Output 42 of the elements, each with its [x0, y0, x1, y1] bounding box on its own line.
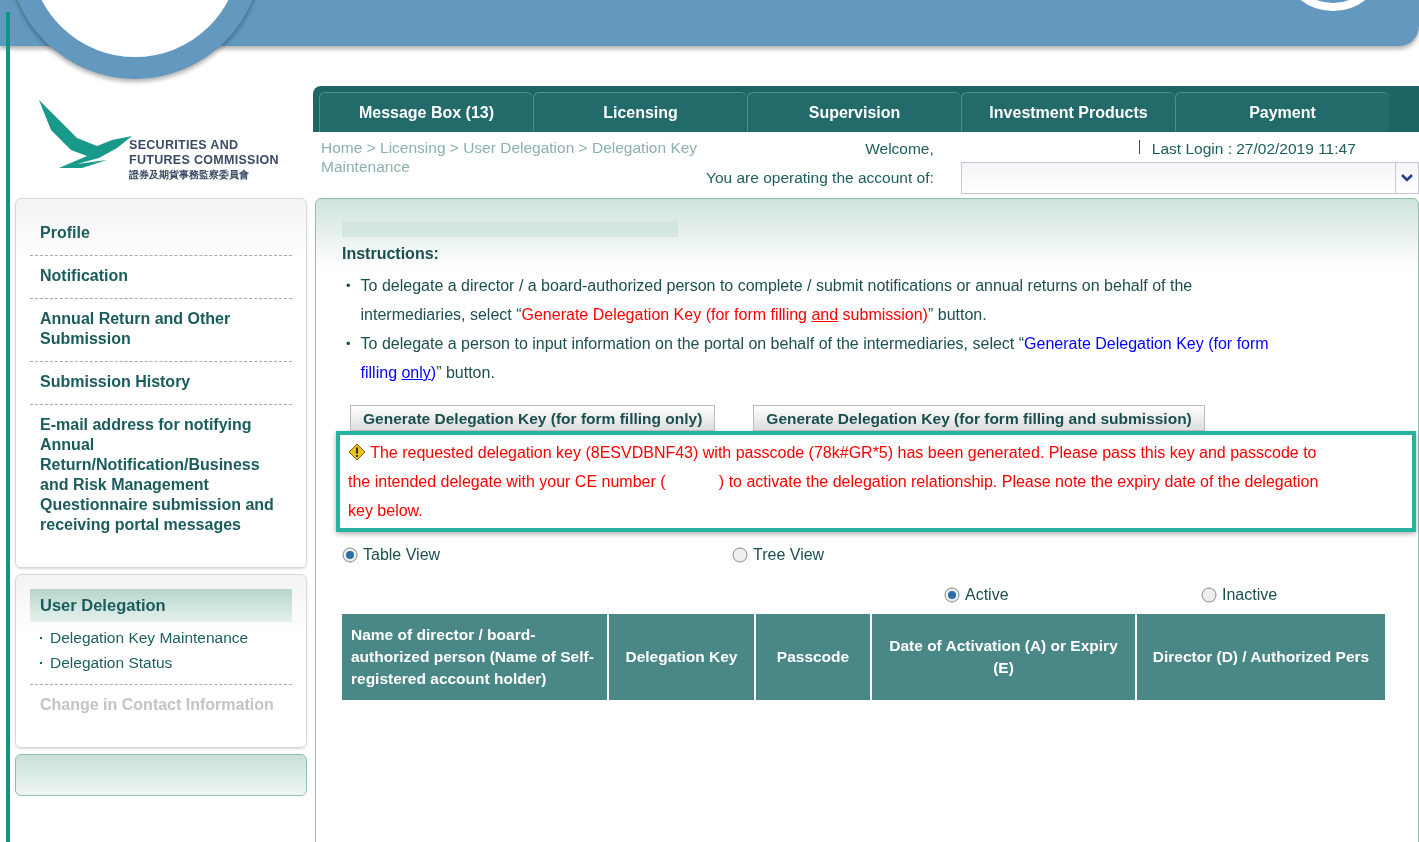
- chevron-down-icon: [1400, 173, 1414, 183]
- last-login-text: Last Login : 27/02/2019 11:47: [1151, 140, 1356, 157]
- column-header: Name of director / board-authorized person (Name of Self-registered account holder): [342, 614, 608, 700]
- warning-icon: [348, 443, 366, 461]
- logo-text: FUTURES COMMISSION: [129, 153, 279, 168]
- instruction-text: To delegate a director / a board-authorized person to complete / submit notifications or annual returns on behalf of the intermediaries, select “Generate Delegation Key (for form filling and submission)” button.: [360, 276, 1194, 325]
- sidebar-item[interactable]: Profile: [30, 213, 292, 256]
- nav-tab[interactable]: Investment Products: [961, 92, 1175, 132]
- sidebar-item[interactable]: Annual Return and Other Submission: [30, 299, 292, 362]
- inline-link[interactable]: and: [811, 306, 839, 323]
- instructions-title: Instructions:: [342, 245, 440, 263]
- sidebar-item[interactable]: Notification: [30, 256, 292, 299]
- sidebar-subitem[interactable]: Delegation Key Maintenance: [50, 629, 249, 647]
- nav-tab[interactable]: Payment: [1175, 92, 1389, 132]
- instruction-text: To delegate a person to input information on the portal on behalf of the intermediaries, select “Generate Delegation Key (for form filling only)” button.: [360, 334, 1270, 383]
- inline-link[interactable]: only: [401, 364, 431, 381]
- radio-button[interactable]: Active: [944, 586, 1201, 604]
- column-header: Date of Activation (A) or Expiry (E): [871, 614, 1136, 700]
- nav-tab[interactable]: Supervision: [747, 92, 961, 132]
- radio-button[interactable]: Tree View: [732, 546, 1386, 564]
- welcome-text: Welcome,: [864, 139, 934, 159]
- nav-tab[interactable]: Licensing: [533, 92, 747, 132]
- breadcrumb: Home > Licensing > User Delegation > Delegation Key Maintenance: [321, 138, 699, 177]
- account-label: You are operating the account of:: [706, 169, 934, 187]
- column-header: Director (D) / Authorized Pers: [1136, 614, 1385, 700]
- generate-key-button[interactable]: Generate Delegation Key (for form filling and submission): [753, 405, 1205, 431]
- account-dropdown[interactable]: [960, 162, 1419, 194]
- sidebar-subitem[interactable]: Delegation Status: [50, 654, 173, 672]
- sidebar-item[interactable]: E-mail address for notifying Annual Return/Notification/Business and Risk Management Questionnaire submission and receiving portal messages: [30, 405, 292, 547]
- success-message: The requested delegation key (8ESVDBNF43) with passcode (78k#GR*5) has been generated. Please pass this key and passcode to the intended delegate with your CE number ( ) to activate the delegation relationship. Please note the expiry date of the delegation key below.: [336, 431, 1416, 532]
- generate-key-button[interactable]: Generate Delegation Key (for form filling only): [350, 405, 716, 431]
- logo-text: 證券及期貨事務監察委員會: [129, 168, 250, 182]
- section-header[interactable]: User Delegation: [30, 589, 292, 622]
- column-header: Delegation Key: [608, 614, 755, 700]
- nav-tab[interactable]: Message Box (13): [319, 92, 533, 132]
- bullet-mark: •: [346, 277, 351, 295]
- radio-button[interactable]: Inactive: [1201, 586, 1386, 604]
- column-header: Passcode: [755, 614, 871, 700]
- radio-button[interactable]: Table View: [342, 546, 732, 564]
- sidebar-item[interactable]: Submission History: [30, 362, 292, 405]
- bullet-mark: •: [346, 335, 351, 353]
- logo-text: SECURITIES AND: [129, 138, 240, 153]
